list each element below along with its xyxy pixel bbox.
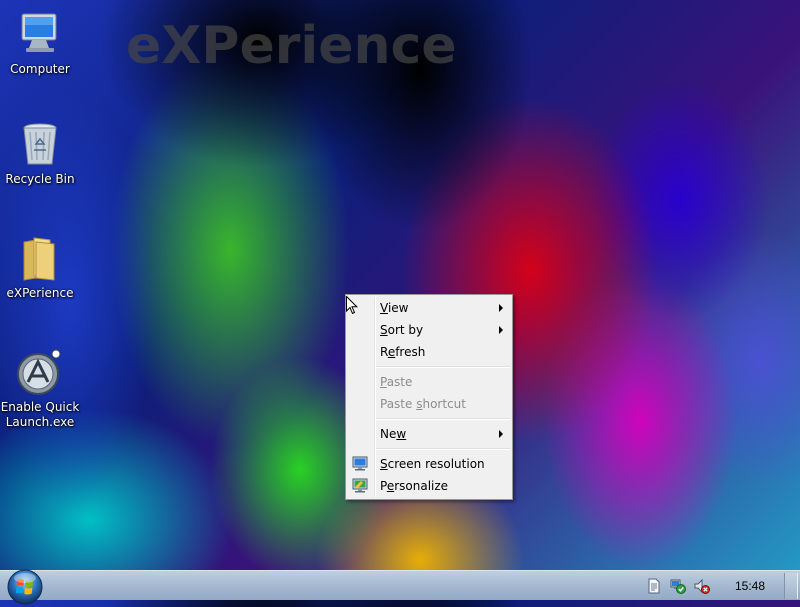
- menu-item-paste-shortcut[interactable]: Paste shortcut: [346, 393, 512, 415]
- menu-item-label: R: [380, 345, 388, 359]
- menu-item-label: aste: [386, 375, 413, 389]
- menu-item-label: creen resolution: [387, 457, 485, 471]
- wallpaper-watermark: eXPerience: [126, 16, 457, 76]
- computer-icon: [21, 13, 57, 52]
- menu-item-label: fresh: [395, 345, 426, 359]
- desktop-icon-computer[interactable]: Computer: [0, 10, 80, 77]
- menu-item-label: Ne: [380, 427, 397, 441]
- recycle-bin-icon: [23, 123, 57, 165]
- desktop-icon-enable-quick-launch[interactable]: Enable Quick Launch.exe: [0, 348, 80, 430]
- menu-item-refresh[interactable]: Refresh: [346, 341, 512, 363]
- menu-separator: [376, 366, 510, 368]
- desktop-icon-label: Recycle Bin: [5, 172, 75, 186]
- document-icon[interactable]: [646, 578, 662, 594]
- network-icon[interactable]: [670, 578, 686, 594]
- menu-separator: [376, 448, 510, 450]
- show-desktop-button[interactable]: [784, 573, 798, 599]
- desktop-icon-label: Enable Quick Launch.exe: [0, 400, 80, 429]
- submenu-arrow-icon: [499, 326, 503, 334]
- menu-item-accelerator: w: [396, 427, 407, 441]
- menu-item-label: ort by: [387, 323, 424, 337]
- app-icon: [17, 349, 61, 395]
- menu-item-label: iew: [387, 301, 409, 315]
- folder-icon: [23, 237, 55, 281]
- menu-item-new[interactable]: New: [346, 423, 512, 445]
- display-icon: [352, 456, 368, 471]
- menu-item-label: Paste: [380, 397, 417, 411]
- desktop-icon-recycle-bin[interactable]: Recycle Bin: [0, 120, 80, 187]
- menu-item-view[interactable]: View: [346, 297, 512, 319]
- menu-item-accelerator: S: [380, 323, 388, 337]
- mouse-pointer-icon: [346, 296, 358, 315]
- personalize-icon: [352, 478, 368, 493]
- submenu-arrow-icon: [499, 430, 503, 438]
- menu-item-personalize[interactable]: Personalize: [346, 475, 512, 497]
- taskbar-clock[interactable]: 15:48: [735, 579, 765, 593]
- windows-orb-icon[interactable]: [5, 567, 45, 607]
- submenu-arrow-icon: [499, 304, 503, 312]
- desktop-icon-label: Computer: [10, 62, 70, 76]
- volume-muted-icon[interactable]: [694, 578, 710, 594]
- menu-separator: [376, 418, 510, 420]
- taskbar: 15:48: [0, 569, 800, 605]
- menu-item-label: hortcut: [422, 397, 466, 411]
- menu-item-sort-by[interactable]: Sort by: [346, 319, 512, 341]
- desktop-icon-experience-folder[interactable]: eXPerience: [0, 234, 80, 301]
- menu-item-accelerator: S: [380, 457, 388, 471]
- menu-item-accelerator: V: [380, 301, 388, 315]
- menu-item-screen-resolution[interactable]: Screen resolution: [346, 453, 512, 475]
- desktop-context-menu: View Sort by Refresh Paste Paste shortcu…: [345, 294, 513, 500]
- menu-item-accelerator: P: [380, 375, 387, 389]
- menu-item-label: P: [380, 479, 387, 493]
- menu-item-label: rsonalize: [394, 479, 449, 493]
- menu-item-paste[interactable]: Paste: [346, 371, 512, 393]
- desktop-icon-label: eXPerience: [6, 286, 74, 300]
